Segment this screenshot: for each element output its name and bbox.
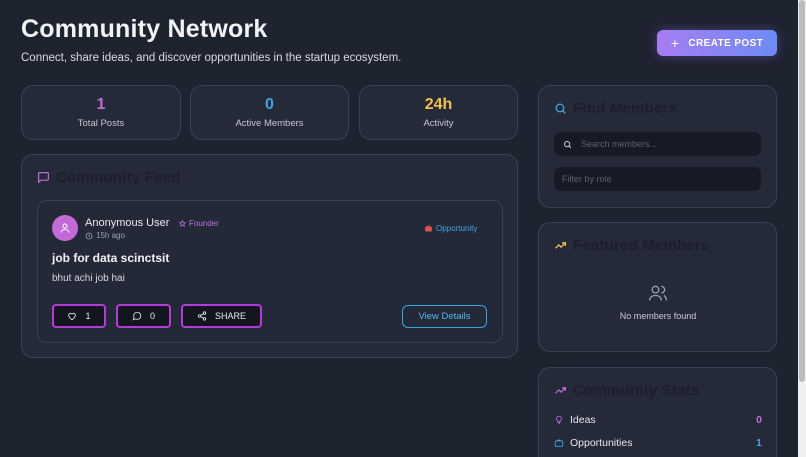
stat-row-label: Ideas	[570, 414, 596, 426]
trending-up-icon	[555, 242, 567, 249]
clock-icon	[85, 232, 93, 239]
comment-count: 0	[149, 311, 155, 321]
plus-icon: +	[670, 35, 680, 51]
create-post-button[interactable]: + CREATE POST	[657, 30, 777, 56]
search-icon	[555, 103, 566, 114]
stat-label: Activity	[423, 118, 454, 129]
stat-value: 0	[265, 96, 274, 113]
find-members-title-text: Find Members	[573, 100, 678, 117]
share-button[interactable]: SHARE	[181, 304, 262, 328]
stat-value: 1	[96, 96, 106, 113]
briefcase-icon	[425, 225, 432, 232]
stat-card-active-members: 0 Active Members	[190, 85, 349, 140]
featured-members-title: Featured Members	[554, 237, 710, 254]
users-icon	[649, 285, 667, 301]
message-circle-icon	[132, 311, 142, 321]
post-body: bhut achi job hai	[52, 273, 125, 284]
role-filter-input[interactable]: Filter by role	[554, 167, 761, 191]
trending-up-icon	[555, 387, 567, 394]
stat-value: 24h	[424, 96, 453, 113]
like-button[interactable]: 1	[52, 304, 106, 328]
feed-title: Community Feed	[37, 169, 180, 186]
page-title: Community Network	[21, 15, 268, 43]
message-square-icon	[38, 172, 49, 183]
scrollbar[interactable]	[798, 0, 806, 457]
stat-label: Total Posts	[77, 118, 125, 129]
like-count: 1	[85, 311, 91, 321]
share-label: SHARE	[214, 311, 246, 321]
featured-empty-text: No members found	[619, 311, 697, 321]
user-icon	[60, 223, 70, 233]
scrollbar-thumb[interactable]	[799, 0, 805, 382]
stat-row-value: 0	[756, 414, 762, 426]
search-placeholder: Search members...	[581, 139, 658, 149]
featured-empty-state: No members found	[539, 283, 777, 321]
role-badge: Founder	[179, 219, 219, 228]
stat-label: Active Members	[235, 118, 304, 129]
view-details-button[interactable]: View Details	[402, 305, 487, 328]
share-icon	[197, 311, 207, 321]
stat-card-total-posts: 1 Total Posts	[21, 85, 181, 140]
heart-icon	[68, 312, 77, 321]
page: Community Network Connect, share ideas, …	[0, 0, 798, 457]
stat-row-label: Opportunities	[570, 437, 633, 449]
post-time-text: 15h ago	[96, 231, 125, 240]
create-post-label: CREATE POST	[688, 37, 764, 49]
search-icon	[564, 140, 572, 148]
post-author: Anonymous User	[85, 217, 170, 229]
filter-placeholder: Filter by role	[562, 174, 612, 184]
stat-row-value: 1	[756, 437, 762, 449]
comment-button[interactable]: 0	[116, 304, 171, 328]
post-title: job for data scinctsit	[52, 251, 170, 265]
briefcase-icon	[554, 439, 564, 447]
feed-title-text: Community Feed	[56, 169, 181, 186]
avatar	[52, 215, 78, 241]
post-time: 15h ago	[85, 231, 125, 240]
lightbulb-icon	[556, 415, 562, 425]
community-stats-title: Community Stats	[554, 382, 699, 399]
category-badge-text: Opportunity	[436, 224, 478, 233]
stat-card-activity: 24h Activity	[359, 85, 518, 140]
stat-row-opportunities: Opportunities 1	[554, 437, 762, 449]
community-stats-title-text: Community Stats	[573, 382, 700, 399]
featured-members-title-text: Featured Members	[573, 237, 710, 254]
find-members-title: Find Members	[554, 100, 677, 117]
category-badge: Opportunity	[424, 224, 477, 233]
star-icon	[179, 220, 186, 227]
search-input[interactable]: Search members...	[554, 132, 761, 156]
page-subtitle: Connect, share ideas, and discover oppor…	[21, 52, 402, 64]
stat-row-ideas: Ideas 0	[554, 414, 762, 426]
role-badge-text: Founder	[189, 219, 219, 228]
